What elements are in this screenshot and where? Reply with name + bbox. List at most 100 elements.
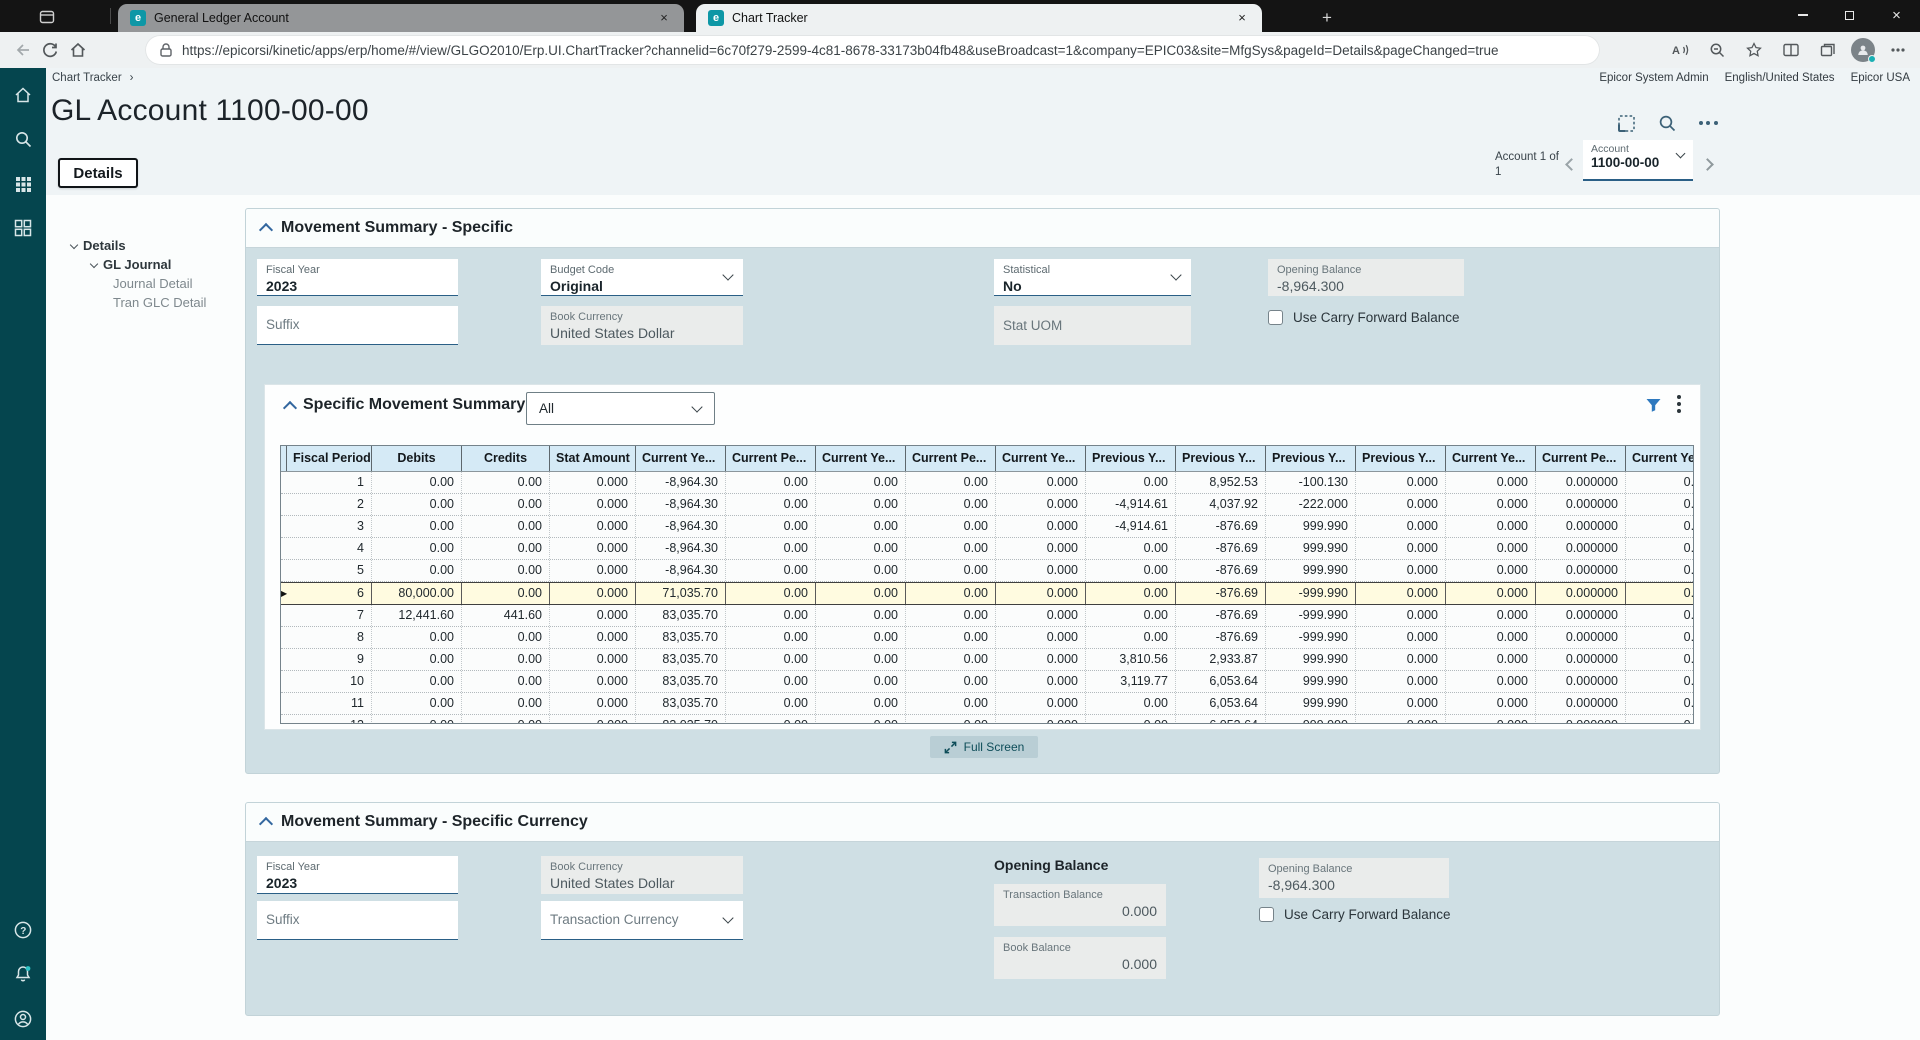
grid-cell[interactable]: 83,035.70	[636, 627, 726, 648]
grid-cell[interactable]: 0.000	[1356, 516, 1446, 537]
grid-cell[interactable]: -876.69	[1176, 560, 1266, 581]
grid-cell[interactable]: 83,035.70	[636, 715, 726, 724]
grid-cell[interactable]: -876.69	[1176, 583, 1266, 604]
grid-cell[interactable]: 0.00	[1626, 627, 1694, 648]
grid-cell[interactable]: 0.00	[1626, 715, 1694, 724]
grid-cell[interactable]: 0.00	[1086, 538, 1176, 559]
grid-cell[interactable]: 0.000	[550, 627, 636, 648]
grid-cell[interactable]: 0.000	[996, 472, 1086, 493]
grid-cell[interactable]: 10	[287, 671, 372, 692]
grid-cell[interactable]: 0.000000	[1536, 715, 1626, 724]
transaction-currency-select[interactable]: Transaction Currency	[541, 901, 743, 940]
grid-cell[interactable]: 0.000000	[1536, 583, 1626, 604]
grid-row[interactable]: 40.000.000.000-8,964.300.000.000.000.000…	[281, 538, 1693, 560]
grid-cell[interactable]: -876.69	[1176, 605, 1266, 626]
grid-cell[interactable]: 0.000000	[1536, 605, 1626, 626]
grid-cell[interactable]: 0.000	[1356, 538, 1446, 559]
grid-cell[interactable]: -8,964.30	[636, 494, 726, 515]
collapse-caret-icon[interactable]	[259, 223, 273, 237]
grid-cell[interactable]: 0.000	[996, 649, 1086, 670]
grid-row[interactable]: 80.000.000.00083,035.700.000.000.000.000…	[281, 627, 1693, 649]
grid-cell[interactable]: 0.00	[726, 627, 816, 648]
grid-cell[interactable]: 0.000	[1356, 494, 1446, 515]
grid-cell[interactable]: 0.00	[906, 671, 996, 692]
grid-cell[interactable]: 11	[287, 693, 372, 714]
grid-cell[interactable]: 0.000	[1356, 560, 1446, 581]
grid-cell[interactable]: 83,035.70	[636, 649, 726, 670]
grid-cell[interactable]: 0.00	[462, 627, 550, 648]
grid-cell[interactable]: 0.00	[462, 715, 550, 724]
grid-cell[interactable]: -999.990	[1266, 605, 1356, 626]
tree-node-gl-journal[interactable]: GL Journal	[103, 257, 171, 272]
grid-cell[interactable]: 0.000000	[1536, 538, 1626, 559]
grid-cell[interactable]: 0.000000	[1536, 649, 1626, 670]
fiscal-year-field[interactable]: Fiscal Year 2023	[257, 259, 458, 296]
grid-cell[interactable]: 0.000	[550, 538, 636, 559]
grid-cell[interactable]: 999.990	[1266, 693, 1356, 714]
tree-node-journal-detail[interactable]: Journal Detail	[113, 276, 193, 291]
grid-row[interactable]: 30.000.000.000-8,964.300.000.000.000.000…	[281, 516, 1693, 538]
grid-cell[interactable]: 0.000000	[1536, 671, 1626, 692]
grid-cell[interactable]: 0.00	[1626, 693, 1694, 714]
grid-cell[interactable]: 0.00	[372, 560, 462, 581]
grid-cell[interactable]: 2	[287, 494, 372, 515]
grid-cell[interactable]: 0.000000	[1536, 472, 1626, 493]
grid-cell[interactable]: 0.000000	[1536, 693, 1626, 714]
grid-cell[interactable]: 0.000	[996, 715, 1086, 724]
window-minimize-button[interactable]	[1779, 0, 1826, 30]
dashboards-tiles-icon[interactable]	[0, 211, 46, 245]
address-bar[interactable]: https://epicorsi/kinetic/apps/erp/home/#…	[145, 35, 1600, 65]
tab-close-icon[interactable]: ×	[656, 10, 672, 26]
grid-cell[interactable]: 0.000	[996, 494, 1086, 515]
grid-cell[interactable]: 0.00	[372, 494, 462, 515]
home-nav-icon[interactable]	[0, 78, 46, 112]
grid-cell[interactable]: 0.00	[1626, 605, 1694, 626]
grid-cell[interactable]: -4,914.61	[1086, 516, 1176, 537]
grid-cell[interactable]: 0.00	[816, 693, 906, 714]
panel-header[interactable]: Movement Summary - Specific Currency	[246, 803, 1719, 842]
grid-cell[interactable]: 0.00	[462, 516, 550, 537]
breadcrumb[interactable]: Chart Tracker ›	[52, 72, 134, 84]
grid-cell[interactable]: 0.00	[1086, 693, 1176, 714]
summary-filter-select[interactable]: All	[526, 392, 715, 425]
grid-cell[interactable]: 6	[287, 583, 372, 604]
grid-cell[interactable]: 0.00	[372, 649, 462, 670]
grid-cell[interactable]: 80,000.00	[372, 583, 462, 604]
grid-cell[interactable]: 0.000	[550, 516, 636, 537]
grid-column-header[interactable]: Current Ye...	[1626, 446, 1694, 471]
grid-cell[interactable]: 0.00	[906, 715, 996, 724]
grid-cell[interactable]: 441.60	[462, 605, 550, 626]
grid-cell[interactable]: 6,053.64	[1176, 671, 1266, 692]
grid-cell[interactable]: 7	[287, 605, 372, 626]
account-combo[interactable]: Account 1100-00-00	[1583, 140, 1693, 181]
search-zoom-icon[interactable]	[1703, 36, 1731, 64]
grid-cell[interactable]: 0.000	[1356, 627, 1446, 648]
full-screen-button[interactable]: Full Screen	[930, 736, 1038, 758]
grid-column-header[interactable]: Current Ye...	[1446, 446, 1536, 471]
grid-cell[interactable]: 0.000	[550, 715, 636, 724]
grid-cell[interactable]: 0.00	[462, 538, 550, 559]
grid-cell[interactable]: 0.000	[1446, 693, 1536, 714]
grid-cell[interactable]: -8,964.30	[636, 472, 726, 493]
grid-cell[interactable]: -876.69	[1176, 538, 1266, 559]
suffix-field[interactable]: Suffix	[257, 306, 458, 345]
grid-cell[interactable]: 0.00	[816, 516, 906, 537]
grid-column-header[interactable]: Previous Y...	[1176, 446, 1266, 471]
grid-cell[interactable]: 5	[287, 560, 372, 581]
grid-cell[interactable]: 0.00	[462, 472, 550, 493]
grid-cell[interactable]: 83,035.70	[636, 671, 726, 692]
grid-cell[interactable]: 0.00	[1086, 627, 1176, 648]
grid-cell[interactable]: 0.000	[996, 516, 1086, 537]
grid-cell[interactable]: 0.000000	[1536, 560, 1626, 581]
chevron-down-icon[interactable]	[722, 912, 733, 923]
grid-cell[interactable]: 12,441.60	[372, 605, 462, 626]
grid-cell[interactable]: 0.00	[372, 693, 462, 714]
grid-cell[interactable]: 9	[287, 649, 372, 670]
grid-cell[interactable]: 0.00	[1626, 494, 1694, 515]
grid-cell[interactable]: 0.000	[1446, 627, 1536, 648]
tab-chart-tracker[interactable]: e Chart Tracker ×	[696, 4, 1262, 32]
settings-kebab-icon[interactable]	[1884, 36, 1912, 64]
grid-cell[interactable]: 0.00	[906, 649, 996, 670]
grid-cell[interactable]: 0.000000	[1536, 516, 1626, 537]
grid-cell[interactable]: 0.00	[816, 627, 906, 648]
